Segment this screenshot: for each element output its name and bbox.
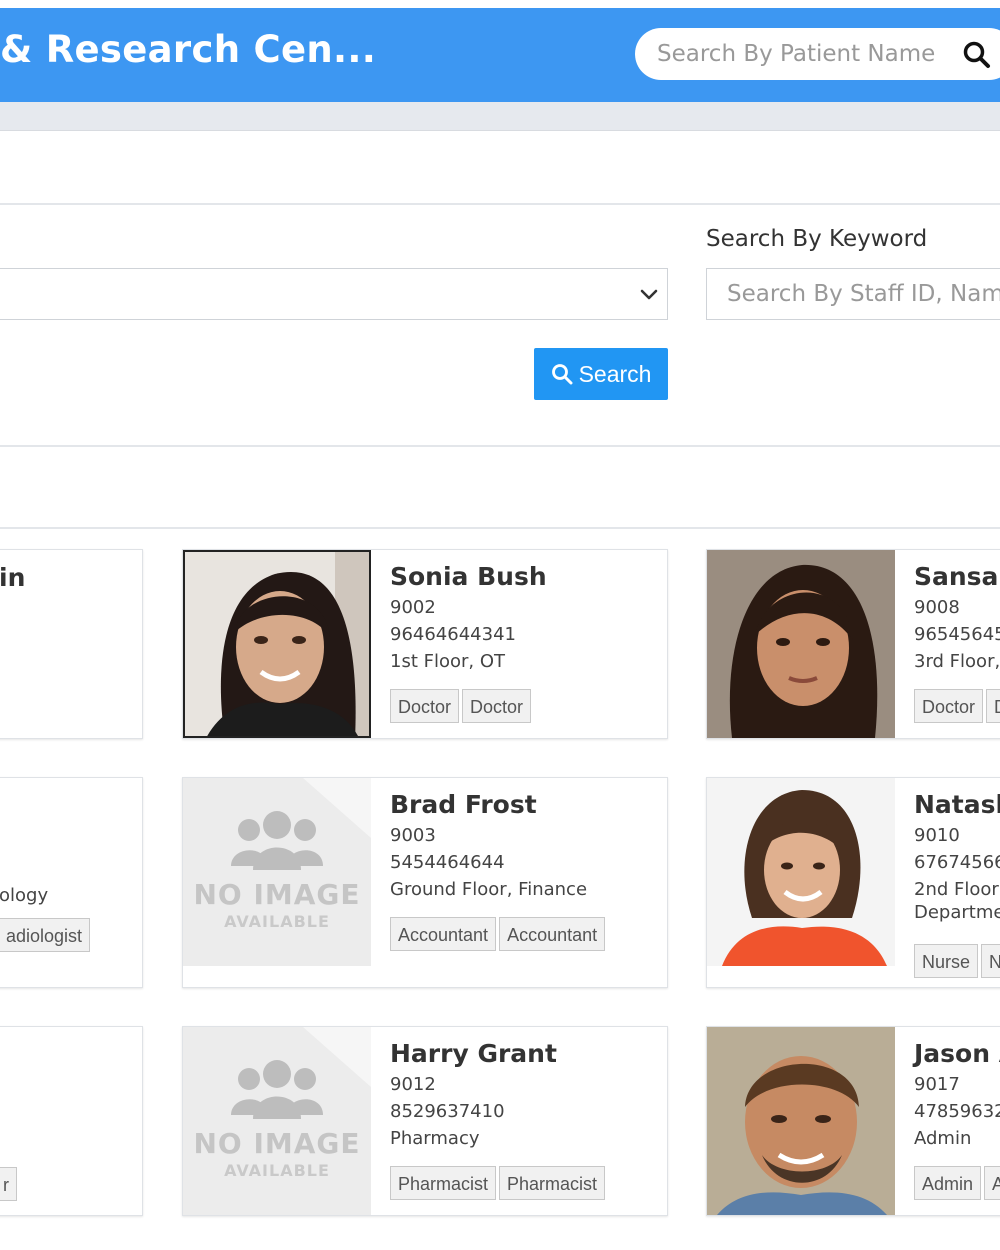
search-icon [551,363,573,385]
divider [0,203,1000,205]
staff-photo [707,778,895,966]
role-tag: Accountant [499,917,606,951]
staff-name: in [0,563,26,592]
staff-tag: adiologist [0,918,93,952]
staff-location: 1st Floor, OT [390,651,505,672]
staff-info: Harry Grant 9012 8529637410 Pharmacy [390,1039,667,1149]
staff-card[interactable]: in [0,549,143,739]
staff-info: Brad Frost 9003 5454464644 Ground Floor,… [390,790,667,900]
no-image-sublabel: AVAILABLE [224,1161,330,1180]
department-select[interactable] [0,268,668,320]
staff-card[interactable]: NO IMAGE AVAILABLE Harry Grant 9012 8529… [182,1026,668,1216]
role-tag: Doctor [390,689,460,723]
staff-id: 9008 [914,597,960,618]
staff-photo: NO IMAGE AVAILABLE [183,778,371,966]
staff-phone: 676745667 [914,852,1000,873]
role-tag: A [984,1166,1000,1200]
patient-search-input[interactable] [655,40,959,68]
staff-location: Pharmacy [390,1128,480,1149]
divider [0,445,1000,447]
staff-phone: 965456454 [914,624,1000,645]
staff-name: Jason A [914,1039,1000,1068]
keyword-label: Search By Keyword [706,226,928,252]
staff-tags: Doctor Doctor [390,689,534,723]
sub-toolbar [0,102,1000,131]
staff-info: Sonia Bush 9002 96464644341 1st Floor, O… [390,562,667,672]
staff-photo [707,550,895,738]
staff-id: 9003 [390,825,436,846]
staff-phone: 478596327 [914,1101,1000,1122]
hospital-title: & Research Cen... [0,28,377,71]
staff-id: 9012 [390,1074,436,1095]
search-button[interactable]: Search [534,348,668,400]
staff-location: 2nd Floor, [914,879,1000,900]
staff-name: Brad Frost [390,790,537,819]
staff-phone: 8529637410 [390,1101,505,1122]
staff-photo [707,1027,895,1215]
no-image-label: NO IMAGE [193,1127,361,1160]
staff-tags: DoctorD [914,689,1000,723]
staff-name: Sonia Bush [390,562,547,591]
staff-location: ology [0,885,49,906]
staff-id: 9002 [390,597,436,618]
staff-card[interactable]: Jason A 9017 478596327 Admin AdminA [706,1026,1000,1216]
role-tag: Pharmacist [499,1166,606,1200]
staff-card[interactable]: Natasha 9010 676745667 2nd Floor, Depart… [706,777,1000,988]
search-icon[interactable] [962,40,992,70]
role-tag: Nurse [914,944,979,978]
staff-name: Harry Grant [390,1039,557,1068]
staff-name: Natasha [914,790,1000,819]
staff-card[interactable]: ology adiologist [0,777,143,988]
staff-card[interactable]: Sonia Bush 9002 96464644341 1st Floor, O… [182,549,668,739]
divider [0,527,1000,529]
staff-card[interactable]: r [0,1026,143,1216]
staff-location: 3rd Floor, C [914,651,1000,672]
staff-info: Jason A 9017 478596327 Admin [914,1039,1000,1149]
staff-id: 9017 [914,1074,960,1095]
staff-tags: Accountant Accountant [390,917,608,951]
staff-info: Natasha 9010 676745667 2nd Floor, Depart… [914,790,1000,923]
role-tag: N [981,944,1000,978]
role-tag: Accountant [390,917,497,951]
role-tag: Doctor [462,689,532,723]
role-tag: D [986,689,1000,723]
no-image-sublabel: AVAILABLE [224,912,330,931]
chevron-down-icon[interactable] [636,282,662,308]
patient-search-box[interactable] [635,28,1000,80]
role-tag: Admin [914,1166,982,1200]
no-image-label: NO IMAGE [193,878,361,911]
staff-tags: AdminA [914,1166,1000,1200]
keyword-search-input[interactable] [706,268,1000,320]
staff-phone: 96464644341 [390,624,516,645]
staff-tags: NurseN [914,944,1000,978]
search-button-label: Search [578,360,652,387]
staff-id: 9010 [914,825,960,846]
staff-photo [183,550,371,738]
staff-tag: r [0,1167,20,1201]
staff-photo: NO IMAGE AVAILABLE [183,1027,371,1215]
staff-tags: Pharmacist Pharmacist [390,1166,608,1200]
staff-card[interactable]: NO IMAGE AVAILABLE Brad Frost 9003 54544… [182,777,668,988]
staff-card[interactable]: Sansa G 9008 965456454 3rd Floor, C Doct… [706,549,1000,739]
staff-phone: 5454464644 [390,852,505,873]
staff-location-2: Departmen [914,902,1000,923]
staff-location: Ground Floor, Finance [390,879,588,900]
staff-location: Admin [914,1128,972,1149]
staff-info: Sansa G 9008 965456454 3rd Floor, C [914,562,1000,672]
role-tag: Pharmacist [390,1166,497,1200]
role-tag: Doctor [914,689,984,723]
staff-name: Sansa G [914,562,1000,591]
